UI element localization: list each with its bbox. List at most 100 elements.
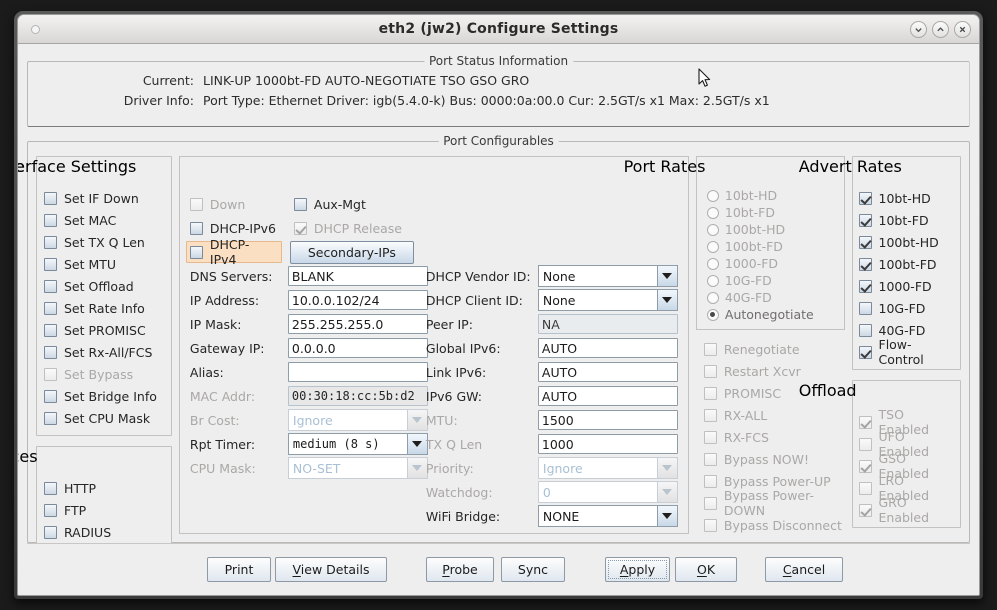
enable-checkbox-set-rate-info[interactable]: Set Rate Info xyxy=(44,297,164,319)
input-ipv6-gw[interactable]: AUTO xyxy=(537,386,678,406)
checkbox-label: PROMISC xyxy=(723,385,782,401)
general-left-fields: DNS Servers: BLANK IP Address: 10.0.0.102/2… xyxy=(190,264,428,480)
enable-checkbox-set-cpu-mask[interactable]: Set CPU Mask xyxy=(44,407,164,429)
input-gateway-ip[interactable]: 0.0.0.0 xyxy=(287,338,428,358)
chevron-down-icon[interactable] xyxy=(656,265,678,287)
input-global-ipv6[interactable]: AUTO xyxy=(537,338,678,358)
chevron-down-icon[interactable] xyxy=(406,457,428,479)
field-row-tx-q-len: TX Q Len 1000 xyxy=(426,432,678,456)
enable-checkbox-set-bypass[interactable]: Set Bypass xyxy=(44,363,164,385)
advert-checkbox-10g-fd[interactable]: 10G-FD xyxy=(858,297,955,319)
port-status-information-group: Port Status Information Current: LINK-UP… xyxy=(27,54,970,127)
button-label: Print xyxy=(224,562,254,577)
checkbox-down[interactable]: Down xyxy=(189,193,294,215)
port-checkbox-rx-fcs[interactable]: RX-FCS xyxy=(703,426,845,448)
enable-checkbox-set-tx-q-len[interactable]: Set TX Q Len xyxy=(44,231,164,253)
advert-checkbox-1000-fd[interactable]: 1000-FD xyxy=(858,275,955,297)
advert-checkbox-10bt-hd[interactable]: 10bt-HD xyxy=(858,187,955,209)
checkbox-dhcp-release[interactable]: DHCP Release xyxy=(293,217,402,239)
combo-priority[interactable]: Ignore xyxy=(537,457,678,479)
advert-checkbox-10bt-fd[interactable]: 10bt-FD xyxy=(858,209,955,231)
combo-wifi-bridge[interactable]: NONE xyxy=(537,505,678,527)
service-checkbox-ftp[interactable]: FTP xyxy=(44,499,164,521)
status-row-current: Current: LINK-UP 1000bt-FD AUTO-NEGOTIAT… xyxy=(28,73,969,88)
radio-100bt-fd[interactable]: 100bt-FD xyxy=(706,238,836,255)
port-checkbox-rx-all[interactable]: RX-ALL xyxy=(703,404,845,426)
advert-checkbox-flow-control[interactable]: Flow-Control xyxy=(858,337,955,367)
checkbox-dhcp-ipv4[interactable]: DHCP-IPv4 xyxy=(185,237,282,267)
port-checkbox-renegotiate[interactable]: Renegotiate xyxy=(703,338,845,360)
checkbox-dhcp-ipv6[interactable]: DHCP-IPv6 xyxy=(189,217,294,239)
radio-10bt-fd[interactable]: 10bt-FD xyxy=(706,204,836,221)
combo-cpu-mask[interactable]: NO-SET xyxy=(287,457,428,479)
combo-watchdog[interactable]: 0 xyxy=(537,481,678,503)
radio-40g-fd[interactable]: 40G-FD xyxy=(706,289,836,306)
chevron-down-icon[interactable] xyxy=(406,433,428,455)
checkbox-label: 100bt-FD xyxy=(878,256,937,272)
offload-checkbox-gro-enabled[interactable]: GRO Enabled xyxy=(858,495,955,525)
input-ip-mask[interactable]: 255.255.255.0 xyxy=(287,314,428,334)
checkbox-aux-mgt[interactable]: Aux-Mgt xyxy=(293,193,366,215)
radio-100bt-hd[interactable]: 100bt-HD xyxy=(706,221,836,238)
arrow-glyph xyxy=(412,417,423,423)
maximize-button[interactable] xyxy=(932,21,949,38)
enable-checkbox-set-if-down[interactable]: Set IF Down xyxy=(44,187,164,209)
input-tx-q-len[interactable]: 1000 xyxy=(537,434,678,454)
port-checkbox-bypass-disconnect[interactable]: Bypass Disconnect xyxy=(703,514,845,536)
combo-rpt-timer[interactable]: medium (8 s) xyxy=(287,433,428,455)
close-button[interactable] xyxy=(954,21,971,38)
view-details-button[interactable]: View Details xyxy=(275,557,387,582)
service-checkbox-http[interactable]: HTTP xyxy=(44,477,164,499)
port-checkbox-restart-xcvr[interactable]: Restart Xcvr xyxy=(703,360,845,382)
radio-autonegotiate[interactable]: Autonegotiate xyxy=(706,306,836,323)
window-titlebar[interactable]: eth2 (jw2) Configure Settings xyxy=(18,15,979,44)
radio-1000-fd[interactable]: 1000-FD xyxy=(706,255,836,272)
window-menu-icon[interactable] xyxy=(31,25,40,34)
input-alias[interactable] xyxy=(287,362,428,382)
checkbox-label: 100bt-HD xyxy=(878,234,939,250)
radio-10bt-hd[interactable]: 10bt-HD xyxy=(706,187,836,204)
enable-checkbox-set-rx-all-fcs[interactable]: Set Rx-All/FCS xyxy=(44,341,164,363)
enable-checkbox-set-mtu[interactable]: Set MTU xyxy=(44,253,164,275)
checkbox-box xyxy=(44,481,57,495)
port-checkbox-bypass-power-down[interactable]: Bypass Power-DOWN xyxy=(703,488,845,518)
checkbox-label: Set Rate Info xyxy=(64,300,145,316)
combo-dhcp-vendor-id[interactable]: None xyxy=(537,265,678,287)
radio-10g-fd[interactable]: 10G-FD xyxy=(706,272,836,289)
advert-checkbox-100bt-hd[interactable]: 100bt-HD xyxy=(858,231,955,253)
combo-value: NO-SET xyxy=(287,457,407,479)
input-dns-servers[interactable]: BLANK xyxy=(287,266,428,286)
sync-button[interactable]: Sync xyxy=(501,557,565,582)
combo-value: Ignore xyxy=(537,457,657,479)
apply-button[interactable]: Apply xyxy=(605,557,670,582)
service-checkbox-radius[interactable]: RADIUS xyxy=(44,521,164,543)
chevron-down-icon[interactable] xyxy=(656,505,678,527)
radio-dot xyxy=(706,223,719,236)
input-ip-address[interactable]: 10.0.0.102/24 xyxy=(287,290,428,310)
print-button[interactable]: Print xyxy=(207,557,271,582)
enable-checkbox-set-bridge-info[interactable]: Set Bridge Info xyxy=(44,385,164,407)
combo-dhcp-client-id[interactable]: None xyxy=(537,289,678,311)
port-checkbox-bypass-now[interactable]: Bypass NOW! xyxy=(703,448,845,470)
chevron-down-icon[interactable] xyxy=(656,457,678,479)
combo-value: None xyxy=(537,265,657,287)
secondary-ips-button[interactable]: Secondary-IPs xyxy=(289,240,414,264)
enable-checkbox-set-mac[interactable]: Set MAC xyxy=(44,209,164,231)
chevron-down-icon[interactable] xyxy=(656,289,678,311)
checkbox-label: RX-ALL xyxy=(723,407,768,423)
ok-button[interactable]: OK xyxy=(675,557,737,582)
probe-button[interactable]: Probe xyxy=(426,557,494,582)
cancel-button[interactable]: Cancel xyxy=(765,557,843,582)
input-link-ipv6[interactable]: AUTO xyxy=(537,362,678,382)
chevron-down-icon[interactable] xyxy=(406,409,428,431)
enable-checkbox-set-promisc[interactable]: Set PROMISC xyxy=(44,319,164,341)
advert-checkbox-100bt-fd[interactable]: 100bt-FD xyxy=(858,253,955,275)
port-extra-checks: Renegotiate Restart Xcvr PROMISC RX-ALL RX-F… xyxy=(696,338,845,536)
enable-checkbox-set-offload[interactable]: Set Offload xyxy=(44,275,164,297)
combo-br-cost[interactable]: Ignore xyxy=(287,409,428,431)
checkbox-label: Set Rx-All/FCS xyxy=(64,344,153,360)
checkbox-label: Set MAC xyxy=(64,212,117,228)
input-mtu[interactable]: 1500 xyxy=(537,410,678,430)
minimize-button[interactable] xyxy=(910,21,927,38)
chevron-down-icon[interactable] xyxy=(656,481,678,503)
